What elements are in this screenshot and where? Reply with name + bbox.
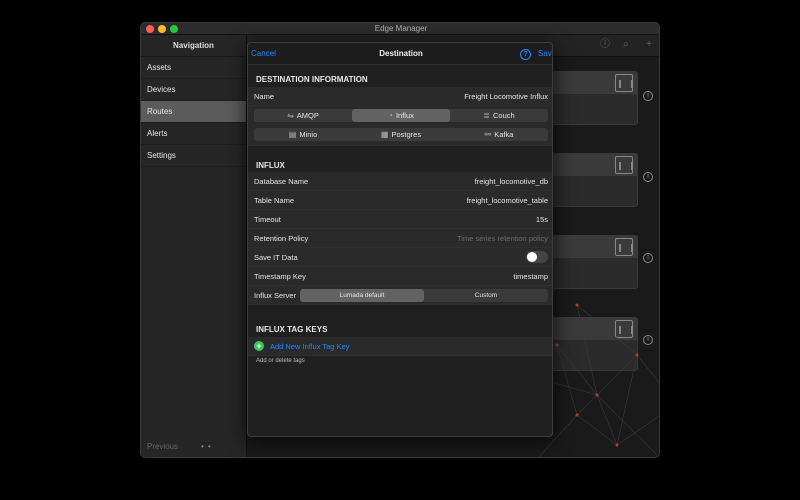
add-circle-icon[interactable]: + — [254, 341, 264, 351]
window-title: Edge Manager — [374, 24, 428, 33]
retention-policy-label: Retention Policy — [254, 234, 309, 243]
server-custom-option[interactable]: Custom — [424, 289, 548, 302]
info-icon[interactable]: i — [643, 91, 653, 101]
database-name-label: Database Name — [254, 177, 309, 186]
name-field[interactable]: Freight Locomotive Influx — [464, 92, 548, 101]
type-influx-option[interactable]: ◔ Influx — [352, 109, 450, 122]
page-dots: • • — [201, 442, 212, 451]
add-icon[interactable]: + — [643, 39, 655, 51]
sidebar-item-devices[interactable]: Devices — [141, 79, 246, 101]
table-name-label: Table Name — [254, 196, 295, 205]
server-lumada-default-option[interactable]: Lumada default — [300, 289, 424, 302]
sidebar-header: Navigation — [141, 35, 246, 57]
sidebar-footer: Previous • • — [141, 441, 247, 453]
sidebar: Navigation Assets Devices Routes Alerts … — [141, 35, 247, 457]
info-icon[interactable]: i — [643, 253, 653, 263]
previous-button[interactable]: Previous — [147, 442, 178, 451]
tag-keys-hint: Add or delete tags — [256, 358, 305, 364]
table-name-row[interactable]: Table Name freight_locomotive_table — [248, 191, 552, 210]
chart-icon — [615, 238, 633, 256]
couch-icon: ≣ — [483, 111, 490, 120]
type-couch-option[interactable]: ≣ Couch — [450, 109, 548, 122]
retention-policy-field[interactable]: Time series retention policy — [457, 234, 548, 243]
destination-type-segment-1: ⇋ AMQP ◔ Influx ≣ Couch — [254, 109, 548, 122]
retention-policy-row[interactable]: Retention Policy Time series retention p… — [248, 229, 552, 248]
title-bar: Edge Manager — [141, 23, 659, 35]
sidebar-item-settings[interactable]: Settings — [141, 145, 246, 167]
name-label: Name — [254, 92, 275, 101]
save-it-data-row: Save IT Data — [248, 248, 552, 267]
name-row[interactable]: Name Freight Locomotive Influx — [248, 87, 552, 106]
chart-icon — [615, 74, 633, 92]
type-minio-option[interactable]: ▤ Minio — [254, 128, 352, 141]
chart-icon — [615, 156, 633, 174]
database-name-row[interactable]: Database Name freight_locomotive_db — [248, 172, 552, 191]
save-button[interactable]: Save — [538, 49, 552, 58]
amqp-icon: ⇋ — [287, 111, 294, 120]
info-icon[interactable]: i — [643, 172, 653, 182]
timeout-row[interactable]: Timeout 15s — [248, 210, 552, 229]
modal-title: Destination — [379, 49, 423, 58]
influx-icon: ◔ — [388, 111, 393, 120]
timestamp-key-row[interactable]: Timestamp Key timestamp — [248, 267, 552, 286]
destination-type-segment-2: ▤ Minio ▦ Postgres ⚯ Kafka — [254, 128, 548, 141]
sidebar-item-assets[interactable]: Assets — [141, 57, 246, 79]
destination-type-row: ⇋ AMQP ◔ Influx ≣ Couch ▤ Minio ▦ Postgres ⚯ K… — [248, 106, 552, 146]
save-it-data-label: Save IT Data — [254, 253, 298, 262]
influx-server-segment: Lumada default Custom — [300, 289, 548, 302]
section-header-influx: INFLUX — [256, 161, 285, 170]
section-header-tag-keys: INFLUX TAG KEYS — [256, 325, 328, 334]
help-icon[interactable]: ? — [520, 49, 531, 60]
add-tag-key-button[interactable]: Add New Influx Tag Key — [270, 342, 350, 351]
influx-server-label: Influx Server — [254, 291, 297, 300]
sidebar-item-routes[interactable]: Routes — [141, 101, 246, 123]
minio-icon: ▤ — [288, 130, 297, 139]
database-name-field[interactable]: freight_locomotive_db — [475, 177, 548, 186]
timeout-field[interactable]: 15s — [536, 215, 548, 224]
type-amqp-option[interactable]: ⇋ AMQP — [254, 109, 352, 122]
destination-modal: Cancel Destination ? Save DESTINATION IN… — [247, 42, 553, 437]
timestamp-key-label: Timestamp Key — [254, 272, 306, 281]
influx-server-row: Influx Server Lumada default Custom — [248, 286, 552, 305]
timestamp-key-field[interactable]: timestamp — [513, 272, 548, 281]
sidebar-item-alerts[interactable]: Alerts — [141, 123, 246, 145]
type-postgres-option[interactable]: ▦ Postgres — [352, 128, 450, 141]
help-circle-icon[interactable]: ⓘ — [599, 39, 611, 51]
add-tag-key-row[interactable]: + Add New Influx Tag Key — [248, 337, 552, 356]
type-kafka-option[interactable]: ⚯ Kafka — [450, 128, 548, 141]
modal-nav-bar: Cancel Destination ? Save — [248, 43, 552, 65]
postgres-icon: ▦ — [380, 130, 389, 139]
section-header-destination-info: DESTINATION INFORMATION — [256, 75, 368, 84]
table-name-field[interactable]: freight_locomotive_table — [467, 196, 548, 205]
kafka-icon: ⚯ — [484, 130, 492, 139]
timeout-label: Timeout — [254, 215, 281, 224]
save-it-data-toggle[interactable] — [526, 251, 548, 263]
search-icon[interactable]: ⌕ — [620, 39, 632, 51]
